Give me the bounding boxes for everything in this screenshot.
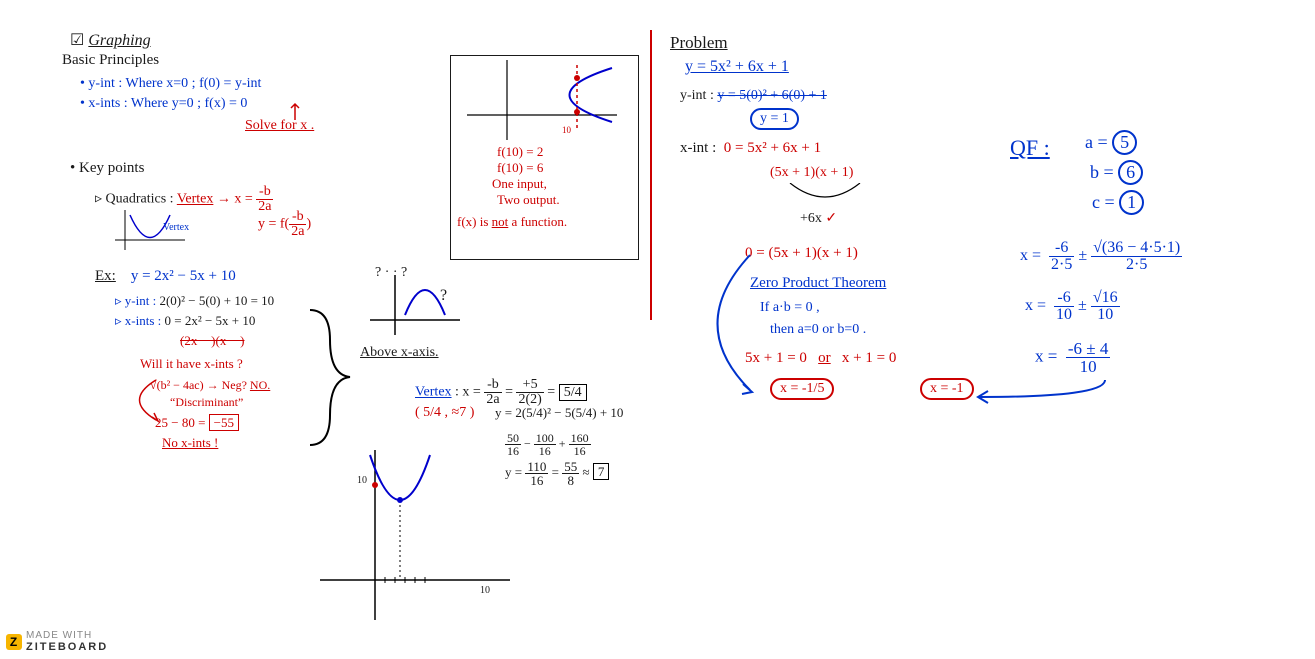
qf-step1: x = -62·5 ± √(36 − 4·5·1)2·5 xyxy=(1020,240,1182,273)
thinking-sketch-icon xyxy=(370,275,460,335)
r-yint: y-int : y = 5(0)² + 6(0) + 1 xyxy=(680,88,827,104)
quad-label: ▹ Quadratics : xyxy=(95,192,174,207)
brace-icon xyxy=(305,305,355,450)
qf-a: a = 5 xyxy=(1085,130,1137,155)
vform-arrow: → x = xyxy=(217,192,256,207)
r-xint: x-int : 0 = 5x² + 6x + 1 xyxy=(680,140,821,157)
question-curve: ? xyxy=(440,287,447,305)
example-row: Ex: y = 2x² − 5x + 10 xyxy=(95,268,236,285)
axis-label-10a: 10 xyxy=(357,475,367,486)
vertex-point: ( 5/4 , ≈7 ) xyxy=(415,405,474,421)
ex-eq: y = 2x² − 5x + 10 xyxy=(131,268,236,284)
nf-f2: f(10) = 6 xyxy=(497,160,632,176)
vform2: y = f(-b2a) xyxy=(258,210,311,239)
vertex-y2: 5016 − 10016 + 16016 xyxy=(505,432,591,457)
nonfunction-box: f(10) = 2 f(10) = 6 One input, Two outpu… xyxy=(450,55,639,260)
vertex-comp: Vertex : x = -b2a = +52(2) = 5/4 xyxy=(415,378,587,407)
nf-o1: One input, xyxy=(492,176,632,192)
above-xaxis: Above x-axis. xyxy=(360,345,439,361)
checkbox-icon: ☑ xyxy=(70,32,84,49)
foil-arc-icon xyxy=(780,183,870,213)
q-xints: Will it have x-ints ? xyxy=(140,356,243,372)
r-yint-ans: y = 1 xyxy=(750,108,799,130)
arc-arrow-icon xyxy=(680,250,770,400)
axis-label-10b: 10 xyxy=(480,585,490,596)
qf-b: b = 6 xyxy=(1090,160,1143,185)
r-ans2: x = -1 xyxy=(920,378,974,400)
watermark-made: MADE WITH xyxy=(26,630,92,641)
title: Graphing xyxy=(88,32,150,49)
ex-factor-struck: (2x − )(x − ) xyxy=(180,333,244,349)
no-xints: No x-ints ! xyxy=(162,435,218,451)
vertex-word: Vertex xyxy=(177,192,214,207)
ex-xints: ▹ x-ints : 0 = 2x² − 5x + 10 xyxy=(115,313,255,329)
r-zpt2: then a=0 or b=0 . xyxy=(770,322,866,338)
return-arrow-icon xyxy=(970,375,1110,405)
subtitle: Basic Principles xyxy=(62,52,159,69)
ziteboard-logo-icon: Z xyxy=(6,634,22,650)
ex-label: Ex: xyxy=(95,268,116,284)
title-row: ☑ Graphing xyxy=(70,30,151,50)
vertical-divider xyxy=(650,30,652,320)
keypoints: • Key points xyxy=(70,160,144,177)
problem-title: Problem xyxy=(670,33,728,53)
loop-arrow-icon xyxy=(128,375,168,425)
nf-o2: Two output. xyxy=(497,192,632,208)
r-fac: (5x + 1)(x + 1) xyxy=(770,165,853,181)
nf-f1: f(10) = 2 xyxy=(497,144,632,160)
watermark: Z MADE WITH ZITEBOARD xyxy=(6,630,108,653)
discriminant-2: “Discriminant” xyxy=(170,395,243,410)
vertex-y3: y = 11016 = 558 ≈ 7 xyxy=(505,460,609,487)
arrow-up-icon xyxy=(285,100,305,122)
qf-c: c = 1 xyxy=(1092,190,1144,215)
watermark-brand: ZITEBOARD xyxy=(26,641,108,653)
problem-eq: y = 5x² + 6x + 1 xyxy=(685,58,789,76)
sideways-parabola-icon xyxy=(457,60,627,140)
xint-line: • x-ints : Where y=0 ; f(x) = 0 xyxy=(80,96,247,112)
yint-line: • y-int : Where x=0 ; f(0) = y-int xyxy=(80,76,261,92)
r-zpt: Zero Product Theorem xyxy=(750,275,886,292)
qf-label: QF : xyxy=(1010,135,1050,161)
r-midcheck: +6x ✓ xyxy=(800,210,837,227)
r-ans1: x = -1/5 xyxy=(770,378,834,400)
nf-ten: 10 xyxy=(562,125,571,135)
discriminant-1: √(b² − 4ac) → Neg? NO. xyxy=(150,378,270,393)
question-marks: ? · · ? xyxy=(375,265,407,281)
nf-nf: f(x) is not a function. xyxy=(457,214,632,230)
qf-step2: x = -610 ± √1610 xyxy=(1025,290,1120,323)
ex-yint: ▹ y-int : 2(0)² − 5(0) + 10 = 10 xyxy=(115,293,274,309)
vertex-sketch-label: Vertex xyxy=(163,222,189,233)
vertex-y1: y = 2(5/4)² − 5(5/4) + 10 xyxy=(495,405,623,421)
qf-step3: x = -6 ± 410 xyxy=(1035,340,1110,375)
